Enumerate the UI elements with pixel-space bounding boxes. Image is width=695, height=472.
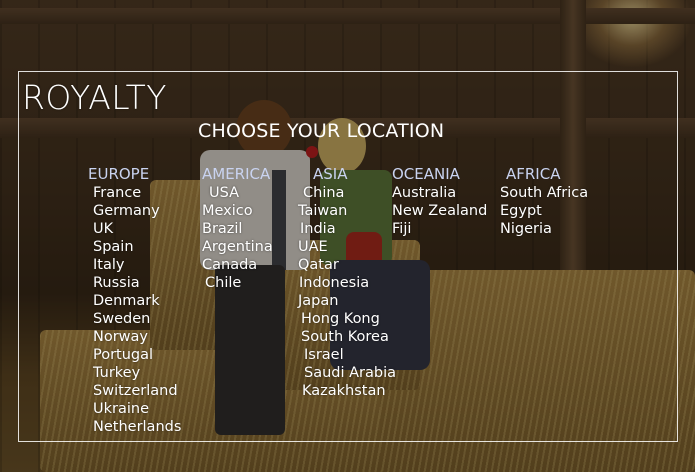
country-link[interactable]: Brazil: [202, 220, 273, 238]
region-column-africa: AFRICA South Africa Egypt Nigeria: [500, 166, 588, 238]
country-link[interactable]: Israel: [298, 346, 396, 364]
country-link[interactable]: Mexico: [202, 202, 273, 220]
page-title: CHOOSE YOUR LOCATION: [198, 120, 445, 142]
country-link[interactable]: Russia: [93, 274, 181, 292]
country-link[interactable]: Japan: [298, 292, 396, 310]
country-link[interactable]: Netherlands: [93, 418, 181, 436]
country-list: China Taiwan India UAE Qatar Indonesia J…: [298, 184, 396, 400]
country-link[interactable]: Portugal: [93, 346, 181, 364]
region-title: OCEANIA: [392, 165, 460, 183]
country-link[interactable]: Australia: [392, 184, 487, 202]
country-link[interactable]: Qatar: [298, 256, 396, 274]
country-link[interactable]: Sweden: [93, 310, 181, 328]
region-title: EUROPE: [88, 165, 150, 183]
country-link[interactable]: Fiji: [392, 220, 487, 238]
region-column-europe: EUROPE France Germany UK Spain Italy Rus…: [88, 166, 181, 436]
country-link[interactable]: India: [298, 220, 396, 238]
country-link[interactable]: Argentina: [202, 238, 273, 256]
country-link[interactable]: Taiwan: [298, 202, 396, 220]
country-link[interactable]: Germany: [93, 202, 181, 220]
country-link[interactable]: Egypt: [500, 202, 588, 220]
country-link[interactable]: USA: [202, 184, 273, 202]
country-list: Australia New Zealand Fiji: [392, 184, 487, 238]
country-link[interactable]: Chile: [202, 274, 273, 292]
country-link[interactable]: Turkey: [93, 364, 181, 382]
country-link[interactable]: Indonesia: [298, 274, 396, 292]
region-column-asia: ASIA China Taiwan India UAE Qatar Indone…: [298, 166, 396, 400]
region-column-america: AMERICA USA Mexico Brazil Argentina Cana…: [202, 166, 273, 292]
region-column-oceania: OCEANIA Australia New Zealand Fiji: [392, 166, 487, 238]
country-link[interactable]: Spain: [93, 238, 181, 256]
country-link[interactable]: Italy: [93, 256, 181, 274]
country-link[interactable]: China: [298, 184, 396, 202]
country-link[interactable]: Nigeria: [500, 220, 588, 238]
country-link[interactable]: UAE: [298, 238, 396, 256]
country-link[interactable]: New Zealand: [392, 202, 487, 220]
country-link[interactable]: South Africa: [500, 184, 588, 202]
country-link[interactable]: South Korea: [298, 328, 396, 346]
region-title: AMERICA: [202, 165, 271, 183]
region-title: ASIA: [313, 165, 348, 183]
country-link[interactable]: Hong Kong: [298, 310, 396, 328]
country-link[interactable]: Ukraine: [93, 400, 181, 418]
country-link[interactable]: Canada: [202, 256, 273, 274]
region-title: AFRICA: [506, 165, 561, 183]
country-link[interactable]: Norway: [93, 328, 181, 346]
country-list: South Africa Egypt Nigeria: [500, 184, 588, 238]
country-link[interactable]: Switzerland: [93, 382, 181, 400]
country-link[interactable]: Denmark: [93, 292, 181, 310]
country-link[interactable]: France: [93, 184, 181, 202]
brand-logo[interactable]: ROYALTY: [22, 78, 167, 117]
country-link[interactable]: UK: [93, 220, 181, 238]
country-link[interactable]: Kazakhstan: [298, 382, 396, 400]
country-link[interactable]: Saudi Arabia: [298, 364, 396, 382]
country-list: France Germany UK Spain Italy Russia Den…: [88, 184, 181, 436]
country-list: USA Mexico Brazil Argentina Canada Chile: [202, 184, 273, 292]
